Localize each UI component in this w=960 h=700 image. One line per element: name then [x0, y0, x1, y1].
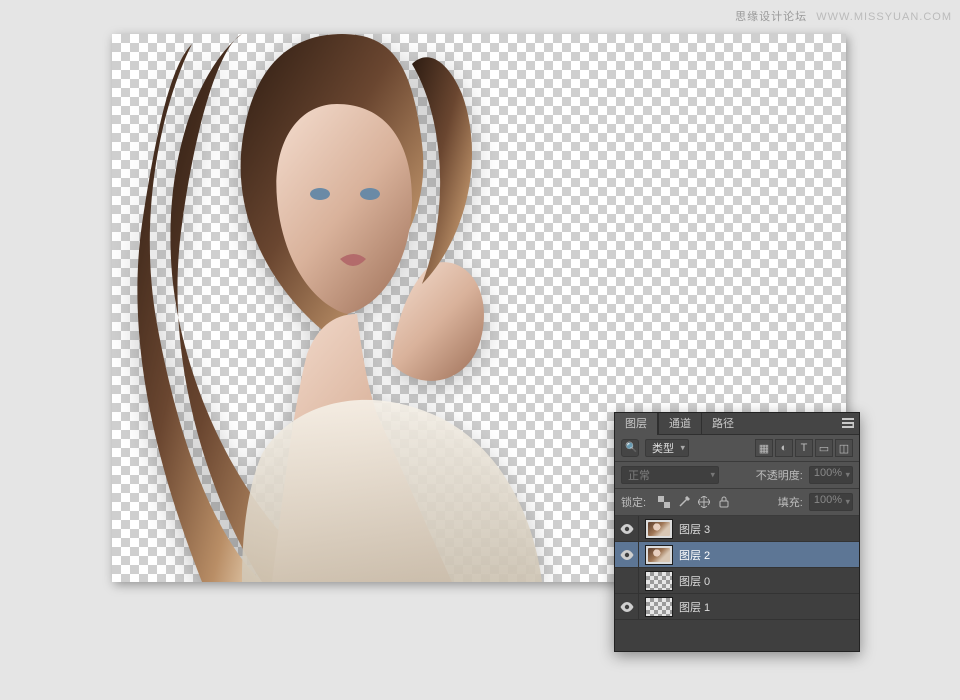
- visibility-toggle[interactable]: [615, 542, 639, 567]
- layer-name[interactable]: 图层 3: [679, 521, 859, 537]
- chevron-down-icon: ▾: [845, 497, 850, 508]
- filter-row: 🔍 类型 ▾ ▦ ◐ T ▭ ◫: [615, 435, 859, 462]
- opacity-value: 100%: [814, 467, 842, 479]
- blend-row: 正常 ▾ 不透明度: 100% ▾: [615, 462, 859, 489]
- layer-thumbnail[interactable]: [645, 571, 673, 591]
- kind-filter-label: 类型: [652, 443, 674, 455]
- watermark: 思缘设计论坛 WWW.MISSYUAN.COM: [735, 8, 952, 24]
- fill-label: 填充:: [778, 494, 803, 510]
- lock-row: 锁定: 填充: 100% ▾: [615, 489, 859, 516]
- kind-filter-select[interactable]: 类型 ▾: [645, 439, 689, 457]
- watermark-url: WWW.MISSYUAN.COM: [816, 11, 952, 23]
- layers-panel: 图层 通道 路径 🔍 类型 ▾ ▦ ◐ T ▭ ◫ 正常 ▾ 不透明度:: [614, 412, 860, 652]
- filter-adjustment-icon[interactable]: ◐: [775, 439, 793, 457]
- lock-pixels-icon[interactable]: [676, 494, 692, 510]
- visibility-toggle[interactable]: [615, 594, 639, 619]
- filter-shape-icon[interactable]: ▭: [815, 439, 833, 457]
- tab-layers[interactable]: 图层: [615, 413, 658, 435]
- layer-row[interactable]: 图层 0: [615, 568, 859, 594]
- fill-input[interactable]: 100% ▾: [809, 493, 853, 511]
- chevron-down-icon: ▾: [845, 470, 850, 481]
- fill-value: 100%: [814, 494, 842, 506]
- filter-smartobject-icon[interactable]: ◫: [835, 439, 853, 457]
- layer-name[interactable]: 图层 1: [679, 599, 859, 615]
- layer-name[interactable]: 图层 2: [679, 547, 859, 563]
- chevron-down-icon: ▾: [710, 470, 715, 481]
- tab-channels[interactable]: 通道: [658, 413, 701, 435]
- layer-name[interactable]: 图层 0: [679, 573, 859, 589]
- layer-row[interactable]: 图层 3: [615, 516, 859, 542]
- layer-thumbnail[interactable]: [645, 519, 673, 539]
- layer-row[interactable]: 图层 2: [615, 542, 859, 568]
- blend-mode-label: 正常: [628, 470, 650, 482]
- subject-silhouette: [132, 34, 612, 582]
- visibility-toggle[interactable]: [615, 568, 639, 593]
- panel-menu-icon[interactable]: [837, 413, 859, 435]
- lock-all-icon[interactable]: [716, 494, 732, 510]
- filter-pixel-icon[interactable]: ▦: [755, 439, 773, 457]
- lock-transparency-icon[interactable]: [656, 494, 672, 510]
- layer-thumbnail[interactable]: [645, 597, 673, 617]
- blend-mode-select[interactable]: 正常 ▾: [621, 466, 719, 484]
- layer-list[interactable]: 图层 3 图层 2 图层 0 图层 1: [615, 516, 859, 651]
- opacity-label: 不透明度:: [756, 467, 803, 483]
- chevron-down-icon: ▾: [680, 443, 685, 454]
- filter-type-icon[interactable]: T: [795, 439, 813, 457]
- layer-row[interactable]: 图层 1: [615, 594, 859, 620]
- panel-tabs: 图层 通道 路径: [615, 413, 859, 435]
- visibility-toggle[interactable]: [615, 516, 639, 541]
- watermark-text-cn: 思缘设计论坛: [735, 8, 807, 24]
- tab-paths[interactable]: 路径: [701, 413, 744, 435]
- lock-label: 锁定:: [621, 494, 646, 510]
- lock-position-icon[interactable]: [696, 494, 712, 510]
- opacity-input[interactable]: 100% ▾: [809, 466, 853, 484]
- layer-search-input[interactable]: [621, 439, 639, 457]
- layer-thumbnail[interactable]: [645, 545, 673, 565]
